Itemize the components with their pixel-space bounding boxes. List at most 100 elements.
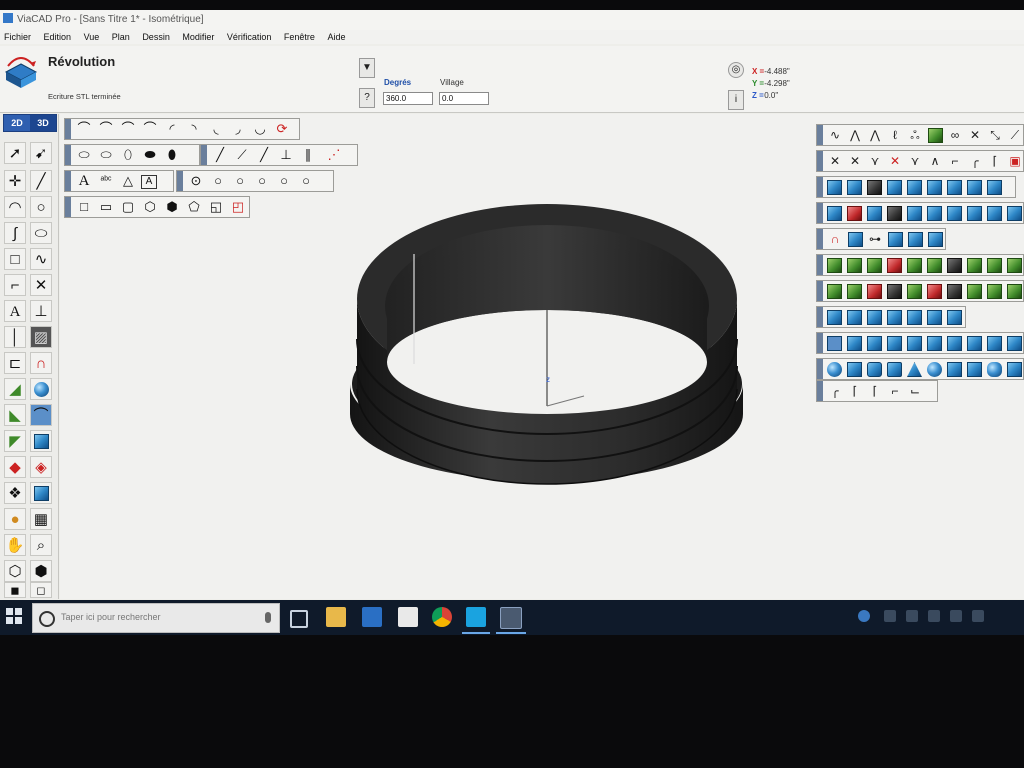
text-angle-icon[interactable]: △ [119,173,137,189]
prism-icon[interactable] [927,310,942,325]
palette-handle[interactable] [817,255,823,275]
offset-curve-icon[interactable]: ⟋ [1006,127,1024,143]
solid-face-icon[interactable] [967,206,982,221]
pattern-tool-icon[interactable]: ❖ [4,482,26,504]
chamfer-icon[interactable]: ⌐ [946,153,964,169]
rail-solid-icon[interactable] [907,336,922,351]
solid-cube-icon[interactable] [847,180,862,195]
palette-handle[interactable] [817,177,823,197]
palette-handle[interactable] [65,197,71,217]
text-icon[interactable]: A [75,173,93,189]
text-tool-icon[interactable]: A [4,300,26,322]
polygon-icon[interactable]: ⬢ [163,199,181,215]
surface-join-icon[interactable] [987,258,1002,273]
curve-3d-icon[interactable]: ∿ [826,127,844,143]
circle-center-icon[interactable]: ⊙ [187,173,205,189]
surface-loft-icon[interactable] [867,258,882,273]
fillet-tool-icon[interactable]: ⌐ [4,274,26,296]
pipe-solid-icon[interactable] [887,336,902,351]
text-box-icon[interactable]: A [141,175,157,189]
fillet-icon[interactable]: ╭ [966,153,984,169]
ellipse-box-icon[interactable]: ⬯ [119,147,137,163]
join-icon[interactable]: ⋎ [906,153,924,169]
tray-battery-icon[interactable] [950,610,962,622]
cad-launcher-icon[interactable] [466,607,486,627]
constraint-align-icon[interactable] [848,232,863,247]
degrees-field[interactable]: 360.0 [383,92,433,105]
polyline-closed-icon[interactable]: ◰ [229,199,247,215]
solid-split-icon[interactable] [927,180,942,195]
circle-2tangent-icon[interactable]: ○ [275,173,293,189]
polygon-edge-icon[interactable]: ⬠ [185,199,203,215]
rect-3pt-icon[interactable]: ⬡ [141,199,159,215]
surface-edit-8-icon[interactable] [967,284,982,299]
break-icon[interactable]: ✕ [886,153,904,169]
solid-stack-icon[interactable] [887,180,902,195]
surface-revolve-icon[interactable] [847,258,862,273]
extrude-surface-icon[interactable]: ◤ [4,430,26,452]
solid-cut-icon[interactable] [927,206,942,221]
line-construction-icon[interactable]: ⋰ [325,147,343,163]
grid-tool-icon[interactable]: ▦ [30,508,52,530]
surface-blend-icon[interactable] [927,258,942,273]
edge-fillet-3-icon[interactable]: ⌈ [866,383,884,399]
boolean-add-icon[interactable] [827,206,842,221]
torus-icon[interactable] [927,362,942,377]
surface-trim-icon[interactable] [947,258,962,273]
surface-sweep-icon[interactable] [887,258,902,273]
solid-hole-icon[interactable] [887,206,902,221]
line-parallel-icon[interactable]: ∥ [299,147,317,163]
loft-solid-icon[interactable] [867,336,882,351]
tube-icon[interactable] [887,362,902,377]
surface-curve-icon[interactable] [928,128,943,143]
surface-offset-icon[interactable] [967,258,982,273]
lip-solid-icon[interactable] [1007,336,1022,351]
zoom-icon[interactable]: ⌕ [30,534,52,556]
cylinder-icon[interactable] [867,362,882,377]
tab-2d[interactable]: 2D [4,115,30,131]
arc-radius-icon[interactable]: ◟ [207,121,225,137]
magnet-tool-icon[interactable]: ∩ [30,352,52,374]
render-tool-icon[interactable]: ● [4,508,26,530]
arc-3pt-icon[interactable]: ⌒ [75,121,93,137]
palette-handle[interactable] [817,381,823,401]
tray-app-icon[interactable] [858,610,870,622]
zigzag-3d-icon[interactable]: ⋀ [866,127,884,143]
surface-patch-icon[interactable] [907,258,922,273]
helix-solid-icon[interactable] [927,336,942,351]
mail-icon[interactable] [398,607,418,627]
curve-tool-icon[interactable]: ∫ [4,222,26,244]
extend-icon[interactable]: ⋎ [866,153,884,169]
solid-shell-icon[interactable] [867,180,882,195]
corner-icon[interactable]: ⌈ [986,153,1004,169]
task-view-icon[interactable] [290,610,308,628]
shell-tool-icon[interactable]: ◈ [30,456,52,478]
line-perpendicular-icon[interactable]: ⊥ [277,147,295,163]
solid-box-icon[interactable] [30,430,52,452]
surface-edit-10-icon[interactable] [1007,284,1022,299]
tray-network-icon[interactable] [906,610,918,622]
sweep-solid-icon[interactable] [847,336,862,351]
ellipse-rotated-icon[interactable]: ⬬ [141,147,159,163]
tray-chevron-icon[interactable] [884,610,896,622]
view-iso-icon[interactable]: ⬡ [4,560,26,582]
delete-segment-icon[interactable]: ▣ [1006,153,1024,169]
helix-icon[interactable]: ℓ [886,127,904,143]
chrome-icon[interactable] [432,607,452,627]
menu-dessin[interactable]: Dessin [142,32,170,42]
palette-handle[interactable] [817,151,823,171]
rect-corner-icon[interactable]: □ [75,199,93,215]
edge-fillet-icon[interactable]: ╭ [826,383,844,399]
palette-handle[interactable] [817,125,823,145]
palette-handle[interactable] [817,229,823,249]
solid-group-icon[interactable] [987,180,1002,195]
cone-icon[interactable] [907,362,922,377]
block-icon[interactable] [907,310,922,325]
solid-edit-icon[interactable] [30,482,52,504]
surface-edit-1-icon[interactable] [827,284,842,299]
palette-handle[interactable] [817,333,823,353]
ellipsoid-icon[interactable] [987,362,1002,377]
sphere-icon[interactable] [827,362,842,377]
menu-vue[interactable]: Vue [84,32,100,42]
menu-verification[interactable]: Vérification [227,32,272,42]
